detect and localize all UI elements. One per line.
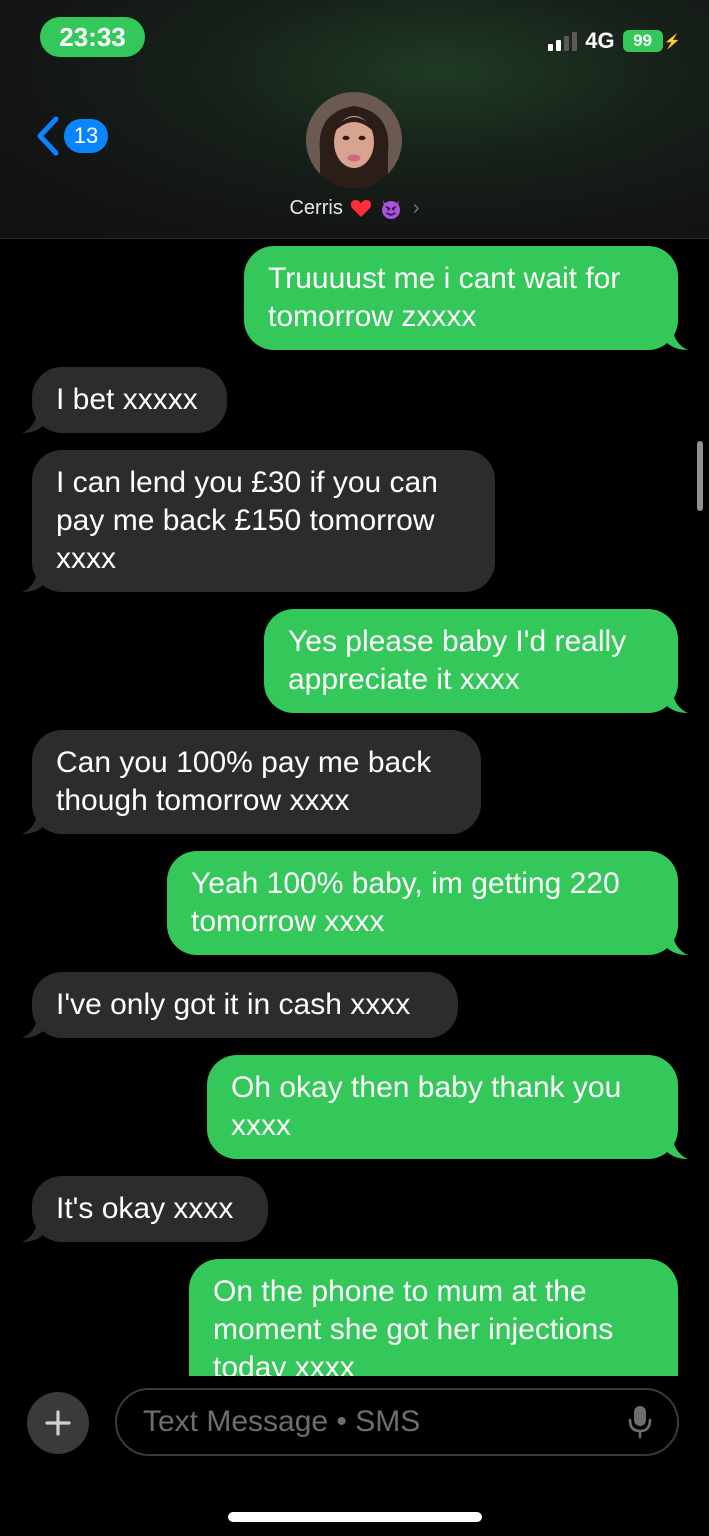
message-text: Truuuust me i cant wait for tomorrow zxx…	[268, 262, 621, 333]
message-bubble-received[interactable]: I bet xxxxx	[22, 367, 227, 433]
contact-info-button[interactable]: Cerris ›	[0, 196, 709, 220]
conversation-header: 23:33 4G 99 ⚡ 13 Cerris ›	[0, 0, 709, 239]
bubble-tail	[666, 689, 688, 713]
bubble-tail	[22, 1014, 44, 1038]
status-time: 23:33	[40, 17, 145, 57]
bubble-tail	[22, 810, 44, 834]
message-text: On the phone to mum at the moment she go…	[213, 1275, 614, 1376]
message-bubble-sent[interactable]: Yes please baby I'd really appreciate it…	[264, 609, 688, 713]
message-bubble-sent[interactable]: On the phone to mum at the moment she go…	[189, 1259, 678, 1376]
message-list[interactable]: Truuuust me i cant wait for tomorrow zxx…	[0, 238, 709, 1376]
message-text: Yes please baby I'd really appreciate it…	[288, 625, 627, 696]
message-bubble-received[interactable]: It's okay xxxx	[22, 1176, 268, 1242]
message-bubble-received[interactable]: I've only got it in cash xxxx	[22, 972, 458, 1038]
avatar-image	[306, 92, 402, 188]
red-heart-icon	[350, 199, 371, 217]
message-bubble-sent[interactable]: Oh okay then baby thank you xxxx	[207, 1055, 688, 1159]
network-type: 4G	[585, 28, 615, 53]
message-bubble-sent[interactable]: Truuuust me i cant wait for tomorrow zxx…	[244, 246, 688, 350]
message-text: I bet xxxxx	[56, 383, 198, 416]
message-input[interactable]	[141, 1404, 627, 1440]
microphone-icon[interactable]	[627, 1404, 653, 1440]
back-button[interactable]: 13	[30, 115, 108, 157]
bubble-tail	[22, 1218, 44, 1242]
add-attachment-button[interactable]	[27, 1392, 89, 1454]
message-text: Can you 100% pay me back though tomorrow…	[56, 746, 432, 817]
message-bubble-received[interactable]: Can you 100% pay me back though tomorrow…	[22, 730, 481, 834]
scroll-indicator[interactable]	[697, 441, 703, 511]
signal-icon	[548, 31, 578, 51]
bubble-tail	[22, 409, 44, 433]
contact-avatar[interactable]	[306, 92, 402, 188]
status-indicators: 4G 99 ⚡	[548, 28, 681, 54]
unread-count-badge: 13	[64, 119, 108, 153]
message-input-container	[115, 1388, 679, 1456]
chevron-right-icon: ›	[412, 196, 420, 219]
message-bubble-received[interactable]: I can lend you £30 if you can pay me bac…	[22, 450, 495, 592]
plus-icon	[45, 1410, 71, 1436]
message-text: I can lend you £30 if you can pay me bac…	[56, 466, 438, 575]
bubble-tail	[666, 931, 688, 955]
message-bubble-sent[interactable]: Yeah 100% baby, im getting 220 tomorrow …	[167, 851, 688, 955]
smiling-devil-icon	[381, 200, 400, 219]
battery-level: 99	[622, 30, 663, 52]
message-text: I've only got it in cash xxxx	[56, 988, 411, 1021]
message-text: Oh okay then baby thank you xxxx	[231, 1071, 622, 1142]
home-indicator[interactable]	[228, 1512, 482, 1522]
contact-name: Cerris	[289, 196, 343, 219]
message-text: Yeah 100% baby, im getting 220 tomorrow …	[191, 867, 620, 938]
charging-bolt-icon: ⚡	[663, 32, 681, 49]
bubble-tail	[666, 1135, 688, 1159]
bubble-tail	[22, 568, 44, 592]
bubble-tail	[666, 326, 688, 350]
battery-icon: 99 ⚡	[622, 30, 681, 52]
message-text: It's okay xxxx	[56, 1192, 234, 1225]
